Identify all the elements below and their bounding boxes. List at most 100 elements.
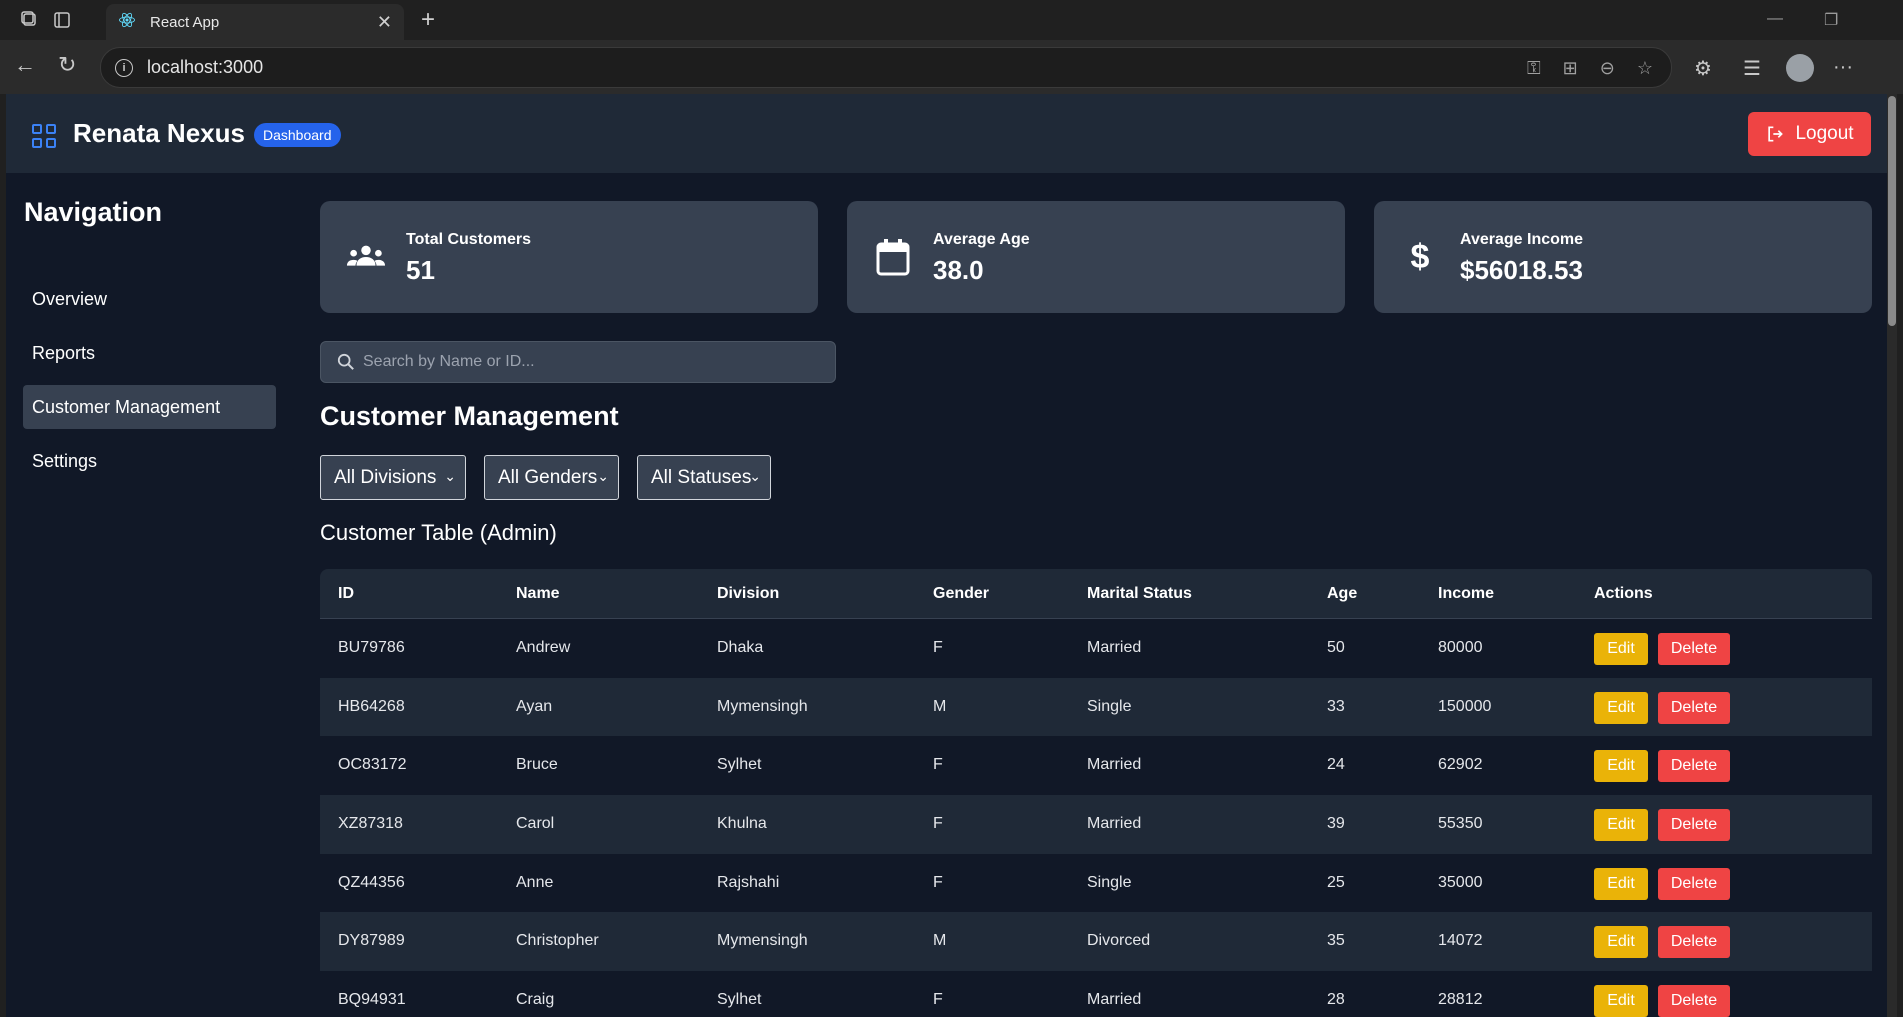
- table-header: ID Name Division Gender Marital Status A…: [320, 569, 1872, 619]
- tab-actions-icon[interactable]: [50, 8, 74, 32]
- delete-button[interactable]: Delete: [1658, 691, 1730, 724]
- table-cell: 25: [1327, 873, 1345, 891]
- table-row: BU79786 Andrew Dhaka F Married 50 80000 Edit Del…: [320, 619, 1872, 678]
- table-cell: 33: [1327, 697, 1345, 715]
- table-cell: Mymensingh: [717, 932, 808, 950]
- edit-button[interactable]: Edit: [1594, 750, 1648, 783]
- site-info-icon[interactable]: i: [115, 58, 133, 77]
- table-cell: 14072: [1438, 932, 1483, 950]
- table-row: BQ94931 Craig Sylhet F Married 28 28812 Edit Del…: [320, 971, 1872, 1017]
- scrollbar-thumb[interactable]: [1888, 96, 1896, 326]
- chevron-down-icon: ⌄: [444, 468, 456, 484]
- zoom-out-icon[interactable]: ⊖: [1600, 58, 1615, 79]
- edit-button[interactable]: Edit: [1594, 985, 1648, 1017]
- table-row: HB64268 Ayan Mymensingh M Single 33 150000 Edit…: [320, 677, 1872, 737]
- navigation-title: Navigation: [24, 197, 163, 227]
- status-filter-select[interactable]: All Statuses ⌄: [637, 455, 771, 500]
- sidebar-item-label: Customer Management: [32, 396, 221, 417]
- gender-filter-select[interactable]: All Genders ⌄: [484, 455, 619, 500]
- table-cell: Andrew: [516, 639, 571, 656]
- favorites-icon[interactable]: ☰: [1743, 56, 1761, 81]
- sidebar-item-reports[interactable]: Reports: [23, 331, 276, 375]
- logout-button[interactable]: Logout: [1748, 112, 1871, 156]
- table-cell: F: [933, 639, 943, 656]
- stat-value: $56018.53: [1460, 255, 1583, 285]
- table-cell: Rajshahi: [717, 873, 780, 891]
- sidebar-item-overview[interactable]: Overview: [23, 277, 276, 321]
- table-cell: Married: [1087, 815, 1142, 833]
- browser-tab-bar: React App ✕ + — ❐: [0, 0, 1903, 40]
- sidebar-item-customer-management[interactable]: Customer Management: [23, 385, 276, 429]
- delete-button[interactable]: Delete: [1658, 985, 1730, 1017]
- table-cell: Craig: [516, 991, 555, 1009]
- table-cell: BU79786: [338, 639, 405, 656]
- table-cell: Khulna: [717, 815, 767, 833]
- edit-button[interactable]: Edit: [1594, 633, 1648, 665]
- table-cell: 28812: [1438, 991, 1483, 1009]
- table-cell: 50: [1327, 639, 1345, 656]
- calendar-icon: [873, 237, 913, 277]
- grid-logo-icon: [32, 124, 56, 148]
- column-header: Income: [1438, 584, 1495, 602]
- url-bar[interactable]: i localhost:3000 ⚿ ⊞ ⊖ ☆: [100, 47, 1672, 88]
- edit-button[interactable]: Edit: [1594, 926, 1648, 959]
- select-value: All Statuses: [651, 466, 752, 488]
- stat-value: 51: [406, 255, 435, 285]
- apps-icon[interactable]: ⊞: [1563, 58, 1578, 79]
- table-cell: HB64268: [338, 697, 405, 715]
- table-cell: Sylhet: [717, 756, 762, 774]
- table-cell: 55350: [1438, 815, 1483, 833]
- table-cell: Married: [1087, 639, 1142, 656]
- new-tab-icon[interactable]: +: [414, 6, 442, 34]
- table-cell: M: [933, 697, 947, 715]
- table-cell: Mymensingh: [717, 697, 808, 715]
- back-icon[interactable]: ←: [14, 52, 36, 78]
- division-filter-select[interactable]: All Divisions ⌄: [320, 455, 466, 500]
- delete-button[interactable]: Delete: [1658, 926, 1730, 959]
- delete-button[interactable]: Delete: [1658, 750, 1730, 783]
- minimize-icon[interactable]: —: [1767, 10, 1783, 28]
- table-cell: Married: [1087, 756, 1142, 774]
- chevron-down-icon: ⌄: [597, 468, 609, 484]
- delete-button[interactable]: Delete: [1658, 633, 1730, 665]
- table-cell: Carol: [516, 815, 555, 833]
- key-icon[interactable]: ⚿: [1527, 58, 1541, 79]
- stat-label: Total Customers: [406, 231, 532, 248]
- react-icon: [118, 11, 136, 34]
- sidebar-item-settings[interactable]: Settings: [23, 439, 276, 483]
- favorite-star-icon[interactable]: ☆: [1637, 58, 1653, 79]
- edit-button[interactable]: Edit: [1594, 809, 1648, 842]
- table-cell: 28: [1327, 991, 1345, 1009]
- table-cell: Sylhet: [717, 991, 762, 1009]
- stat-label: Average Income: [1460, 231, 1584, 248]
- delete-button[interactable]: Delete: [1658, 867, 1730, 900]
- table-cell: F: [933, 991, 943, 1009]
- browser-tab[interactable]: React App ✕: [106, 4, 404, 40]
- sidebar-item-label: Settings: [32, 450, 98, 471]
- more-icon[interactable]: ···: [1833, 56, 1853, 79]
- chevron-down-icon: ⌄: [749, 468, 761, 484]
- scrollbar[interactable]: [1887, 94, 1897, 1017]
- search-input[interactable]: [363, 342, 823, 382]
- table-cell: 39: [1327, 815, 1345, 833]
- refresh-icon[interactable]: ↻: [58, 52, 76, 78]
- column-header: Marital Status: [1087, 584, 1192, 602]
- select-value: All Divisions: [334, 466, 437, 488]
- delete-button[interactable]: Delete: [1658, 809, 1730, 842]
- extensions-icon[interactable]: ⚙: [1694, 56, 1712, 81]
- table-title: Customer Table (Admin): [320, 520, 557, 545]
- profile-avatar[interactable]: [1786, 54, 1814, 82]
- section-title: Customer Management: [320, 401, 619, 431]
- table-row: DY87989 Christopher Mymensingh M Divorced 35 1…: [320, 912, 1872, 972]
- stat-label: Average Age: [933, 231, 1030, 248]
- table-cell: 62902: [1438, 756, 1483, 774]
- table-row: QZ44356 Anne Rajshahi F Single 25 35000 Edit Del…: [320, 854, 1872, 913]
- workspaces-icon[interactable]: [18, 8, 42, 32]
- edit-button[interactable]: Edit: [1594, 691, 1648, 724]
- stat-card-average-age: Average Age 38.0: [847, 201, 1345, 313]
- search-box: [320, 341, 836, 383]
- edit-button[interactable]: Edit: [1594, 867, 1648, 900]
- restore-icon[interactable]: ❐: [1824, 10, 1838, 30]
- table-cell: 80000: [1438, 639, 1483, 656]
- close-tab-icon[interactable]: ✕: [377, 12, 392, 33]
